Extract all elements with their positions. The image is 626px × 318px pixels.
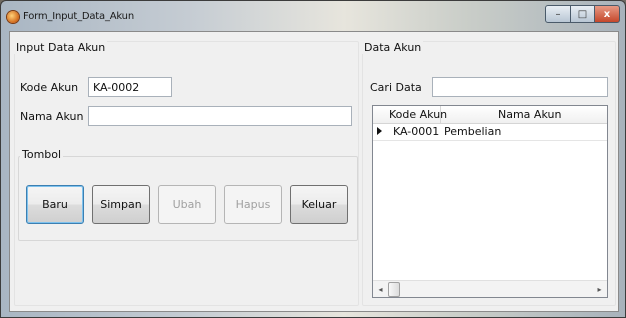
kode-akun-input[interactable] (88, 77, 172, 97)
cell-nama-akun[interactable]: Pembelian (444, 125, 501, 138)
cari-data-label: Cari Data (370, 81, 422, 94)
cell-kode-akun[interactable]: KA-0001 (393, 125, 439, 138)
column-separator[interactable] (440, 106, 441, 123)
scroll-left-icon[interactable]: ◂ (373, 281, 388, 297)
scroll-thumb[interactable] (388, 282, 400, 297)
horizontal-scrollbar[interactable]: ◂ ▸ (373, 280, 607, 297)
maximize-button[interactable]: □ (570, 5, 595, 23)
close-button[interactable]: x (594, 5, 620, 23)
nama-akun-input[interactable] (88, 106, 352, 126)
current-row-icon (377, 127, 382, 135)
window-title: Form_Input_Data_Akun (23, 11, 134, 22)
minimize-icon: – (555, 8, 561, 20)
data-akun-title: Data Akun (362, 41, 424, 54)
minimize-button[interactable]: – (545, 5, 571, 23)
scroll-right-icon[interactable]: ▸ (592, 281, 607, 297)
grid-header: Kode Akun Nama Akun (373, 106, 607, 124)
column-header-kode-akun[interactable]: Kode Akun (389, 108, 447, 121)
maximize-icon: □ (577, 8, 588, 20)
data-akun-grid[interactable]: Kode Akun Nama Akun KA-0001 Pembelian ◂ … (372, 105, 608, 298)
ubah-button[interactable]: Ubah (158, 185, 216, 224)
cari-data-input[interactable] (432, 77, 608, 97)
close-icon: x (603, 8, 611, 20)
app-window: Form_Input_Data_Akun – □ x Input Data Ak… (0, 0, 626, 318)
form-client-area: Input Data Akun Kode Akun Nama Akun Tomb… (9, 31, 619, 312)
app-icon (7, 11, 19, 23)
column-header-nama-akun[interactable]: Nama Akun (498, 108, 561, 121)
nama-akun-label: Nama Akun (20, 110, 84, 123)
baru-button[interactable]: Baru (26, 185, 84, 224)
input-data-akun-title: Input Data Akun (14, 41, 108, 54)
table-row[interactable]: KA-0001 Pembelian (373, 123, 607, 141)
tombol-title: Tombol (20, 148, 64, 161)
title-bar[interactable]: Form_Input_Data_Akun – □ x (1, 1, 625, 31)
keluar-button[interactable]: Keluar (290, 185, 348, 224)
simpan-button[interactable]: Simpan (92, 185, 150, 224)
hapus-button[interactable]: Hapus (224, 185, 282, 224)
kode-akun-label: Kode Akun (20, 81, 79, 94)
